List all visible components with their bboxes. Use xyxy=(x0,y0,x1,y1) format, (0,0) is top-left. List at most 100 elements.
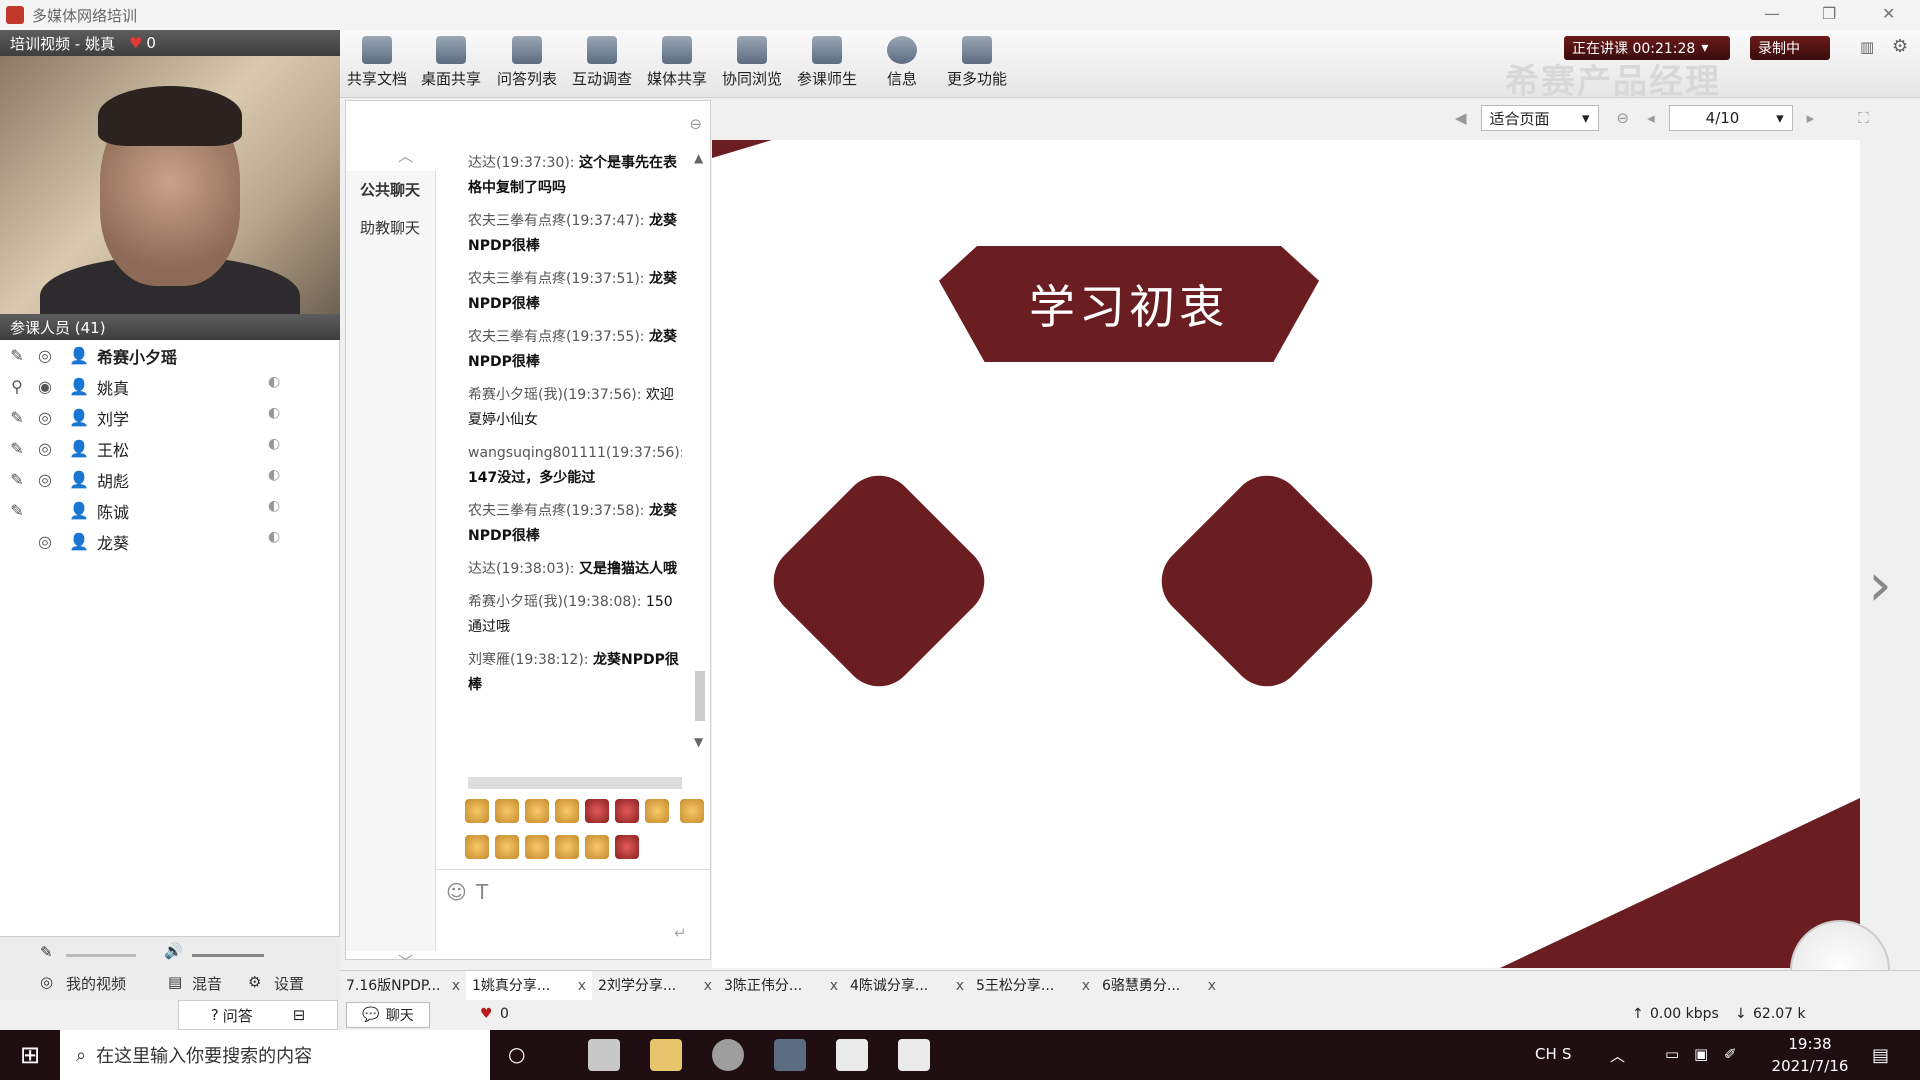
mic-icon[interactable]: ✎ xyxy=(6,500,28,522)
scroll-up-icon[interactable]: ︿ xyxy=(398,145,413,166)
prev-page-icon[interactable]: ◂ xyxy=(1647,109,1655,127)
participants-button[interactable]: 参课师生 xyxy=(790,36,864,89)
ime-lang[interactable]: CH xyxy=(1535,1045,1557,1063)
minimize-panel-icon[interactable]: ⊖ xyxy=(689,115,702,133)
doc-tab[interactable]: 1姚真分享... x xyxy=(466,971,592,1001)
member-row[interactable]: ✎ 👤 陈诚 ◐ xyxy=(0,495,339,526)
taskbar-clock[interactable]: 19:38 2021/7/16 xyxy=(1765,1033,1855,1077)
pen-icon[interactable]: ✐ xyxy=(1724,1045,1737,1063)
emoji-cool-icon[interactable] xyxy=(645,799,669,823)
tab-assistant-chat[interactable]: 助教聊天 xyxy=(346,209,435,247)
windows-start-icon[interactable]: ⊞ xyxy=(0,1030,60,1080)
chat-hscrollbar[interactable] xyxy=(468,777,682,789)
close-icon[interactable]: x xyxy=(452,971,460,1001)
chat-bubble-icon[interactable]: ◐ xyxy=(268,401,280,426)
camera-icon[interactable]: ◎ xyxy=(34,345,56,367)
emoji-bulb-icon[interactable] xyxy=(585,835,609,859)
cortana-icon[interactable]: ○ xyxy=(508,1042,525,1066)
doc-tab[interactable]: 4陈诚分享... x xyxy=(844,971,970,1001)
emoji-hands-icon[interactable] xyxy=(555,835,579,859)
close-icon[interactable]: x xyxy=(1208,971,1216,1001)
cobrowse-button[interactable]: 协同浏览 xyxy=(715,36,789,89)
mic-icon[interactable]: ✎ xyxy=(6,345,28,367)
emoji-blank-icon[interactable] xyxy=(555,799,579,823)
survey-button[interactable]: 互动调查 xyxy=(565,36,639,89)
camera-icon[interactable]: ◉ xyxy=(34,376,56,398)
chat-bubble-icon[interactable]: ◐ xyxy=(268,432,280,457)
close-icon[interactable]: ✕ xyxy=(1882,4,1895,23)
taskbar-search[interactable]: ⌕ 在这里输入你要搜索的内容 xyxy=(60,1030,490,1080)
speaker-icon[interactable]: 🔊 xyxy=(164,942,183,960)
heart-icon[interactable]: ♥ xyxy=(480,1006,493,1022)
file-explorer-icon[interactable] xyxy=(650,1039,682,1071)
close-icon[interactable]: x xyxy=(578,971,586,1001)
close-icon[interactable]: x xyxy=(1082,971,1090,1001)
page-select[interactable]: 4/10 ▾ xyxy=(1668,105,1793,131)
minimize-icon[interactable]: — xyxy=(1764,4,1780,23)
qa-list-button[interactable]: 问答列表 xyxy=(490,36,564,89)
chat-input-area[interactable]: ☺ T ↵ xyxy=(436,869,710,959)
camera-icon[interactable]: ◎ xyxy=(34,438,56,460)
next-page-icon[interactable]: ▸ xyxy=(1807,109,1815,127)
battery-icon[interactable]: ▭ xyxy=(1665,1045,1679,1063)
emoji-angry-icon[interactable] xyxy=(585,799,609,823)
chat-tab-button[interactable]: 💬 聊天 xyxy=(346,1002,430,1028)
mix-button[interactable]: 混音 xyxy=(192,973,222,994)
scroll-up-icon[interactable]: ▲ xyxy=(694,151,703,165)
layout-icon[interactable]: ▥ xyxy=(1860,38,1874,56)
app-window-icon[interactable] xyxy=(898,1039,930,1071)
camera-icon[interactable]: ◎ xyxy=(34,531,56,553)
emoji-picker-icon[interactable]: ☺ xyxy=(446,880,467,904)
doc-tab[interactable]: 5王松分享... x xyxy=(970,971,1096,1001)
more-button[interactable]: 更多功能 xyxy=(940,36,1014,89)
emoji-rose-icon[interactable] xyxy=(615,835,639,859)
mic-volume-slider[interactable] xyxy=(66,954,136,957)
speaker-volume-slider[interactable] xyxy=(192,954,264,957)
emoji-victory-icon[interactable] xyxy=(495,835,519,859)
qa-tab[interactable]: ? 问答 ⊟ xyxy=(178,1000,338,1030)
mic-icon[interactable]: ✎ xyxy=(40,943,53,961)
doc-tab[interactable]: 2刘学分享... x xyxy=(592,971,718,1001)
member-row[interactable]: ⚲ ◉ 👤 姚真 ◐ xyxy=(0,371,339,402)
emoji-clap-icon[interactable] xyxy=(465,835,489,859)
send-icon[interactable]: ↵ xyxy=(674,924,687,942)
close-icon[interactable]: x xyxy=(830,971,838,1001)
collapse-icon[interactable]: ⊟ xyxy=(293,1006,306,1024)
member-row[interactable]: ✎ ◎ 👤 王松 ◐ xyxy=(0,433,339,464)
mic-icon[interactable]: ✎ xyxy=(6,438,28,460)
member-row[interactable]: ✎ ◎ 👤 胡彪 ◐ xyxy=(0,464,339,495)
network-icon[interactable]: ▣ xyxy=(1694,1045,1708,1063)
tab-public-chat[interactable]: 公共聊天 xyxy=(346,171,435,209)
media-share-button[interactable]: 媒体共享 xyxy=(640,36,714,89)
member-row[interactable]: ✎ ◎ 👤 希赛小夕瑶 xyxy=(0,340,339,371)
share-doc-button[interactable]: 共享文档 xyxy=(340,36,414,89)
restore-icon[interactable]: ❐ xyxy=(1822,4,1836,23)
chat-scrollbar[interactable]: ▲ ▼ xyxy=(692,151,708,751)
emoji-smile-icon[interactable] xyxy=(465,799,489,823)
heart-icon[interactable]: ♥ xyxy=(129,34,142,52)
scroll-thumb[interactable] xyxy=(695,671,705,721)
mic-icon[interactable]: ✎ xyxy=(6,469,28,491)
back-icon[interactable]: ◀ xyxy=(1455,109,1467,127)
training-app-icon[interactable] xyxy=(774,1039,806,1071)
doc-tab[interactable]: 7.16版NPDP... x xyxy=(340,971,466,1001)
browser-icon[interactable] xyxy=(712,1039,744,1071)
settings-button[interactable]: 设置 xyxy=(274,973,304,994)
zoom-out-icon[interactable]: ⊖ xyxy=(1617,109,1630,127)
member-row[interactable]: ✎ ◎ 👤 刘学 ◐ xyxy=(0,402,339,433)
camera-icon[interactable]: ◎ xyxy=(34,407,56,429)
next-slide-icon[interactable]: › xyxy=(1868,550,1892,620)
emoji-sad-icon[interactable] xyxy=(495,799,519,823)
ime-icon[interactable]: S xyxy=(1562,1045,1572,1063)
powerpoint-icon[interactable] xyxy=(588,1039,620,1071)
scroll-down-icon[interactable]: ﹀ xyxy=(398,951,413,972)
doc-tab[interactable]: 3陈正伟分... x xyxy=(718,971,844,1001)
doc-tab[interactable]: 6骆慧勇分... x xyxy=(1096,971,1222,1001)
scroll-down-icon[interactable]: ▼ xyxy=(694,735,703,749)
emoji-cry-icon[interactable] xyxy=(615,799,639,823)
gear-icon[interactable]: ⚙ xyxy=(1892,36,1908,57)
desktop-share-button[interactable]: 桌面共享 xyxy=(414,36,488,89)
chat-bubble-icon[interactable]: ◐ xyxy=(268,370,280,395)
record-status[interactable]: 录制中 xyxy=(1750,36,1830,60)
camera-icon[interactable]: ◎ xyxy=(34,469,56,491)
